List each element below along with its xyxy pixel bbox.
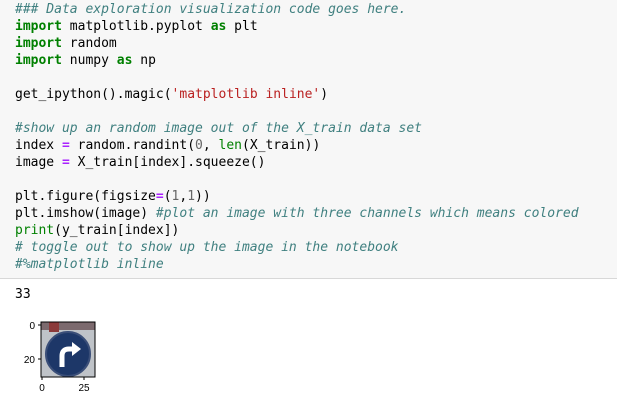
code-line: plt.imshow(image) #plot an image with th… — [15, 205, 579, 222]
code-line: image = X_train[index].squeeze() — [15, 154, 579, 171]
code-line: get_ipython().magic('matplotlib inline') — [15, 86, 579, 103]
code-token: 'matplotlib inline' — [171, 87, 321, 102]
code-token: matplotlib.pyplot — [61, 19, 211, 34]
x-tick-label: 0 — [39, 383, 45, 394]
code-token: as — [116, 53, 133, 68]
code-token: = — [61, 138, 70, 153]
x-axis: 0 25 — [39, 377, 90, 394]
code-token: np — [132, 53, 156, 68]
code-token: plt.figure(figsize — [15, 189, 156, 204]
code-token: import — [15, 19, 62, 34]
code-token: index — [15, 138, 62, 153]
y-tick-label: 20 — [24, 355, 36, 366]
code-token: import — [15, 53, 62, 68]
code-token: image — [15, 155, 62, 170]
code-token: #%matplotlib inline — [15, 257, 164, 272]
code-line: # toggle out to show up the image in the… — [15, 239, 579, 256]
code-line: plt.figure(figsize=(1,1)) — [15, 188, 579, 205]
code-editor[interactable]: ### Data exploration visualization code … — [15, 1, 579, 273]
code-token: ) — [320, 87, 329, 102]
code-token: (X_train)) — [242, 138, 321, 153]
image-red-patch — [49, 322, 59, 332]
code-line: import random — [15, 35, 579, 52]
code-token: )) — [195, 189, 211, 204]
code-line: #%matplotlib inline — [15, 256, 579, 273]
y-axis: 0 20 — [24, 321, 41, 366]
code-token: random — [61, 36, 117, 51]
code-line: #show up an random image out of the X_tr… — [15, 120, 579, 137]
code-line: import matplotlib.pyplot as plt — [15, 18, 579, 35]
code-token: random.randint( — [69, 138, 196, 153]
image-thumbnail — [40, 321, 96, 378]
code-token: (y_train[index]) — [54, 223, 180, 238]
code-token: len — [218, 138, 242, 153]
code-token: = — [155, 189, 164, 204]
code-token: get_ipython().magic( — [15, 87, 172, 102]
code-token: plt.imshow(image) — [15, 206, 156, 221]
code-token: numpy — [61, 53, 117, 68]
code-token: plt — [226, 19, 258, 34]
imshow-plot: 0 20 0 25 — [24, 321, 96, 394]
code-token: as — [210, 19, 227, 34]
code-token: #show up an random image out of the X_tr… — [15, 121, 422, 136]
code-token: , — [202, 138, 219, 153]
code-token: ( — [163, 189, 172, 204]
x-tick-label: 25 — [78, 383, 90, 394]
code-token: = — [61, 155, 70, 170]
code-token: X_train[index].squeeze() — [69, 155, 266, 170]
code-token: #plot an image with three channels which… — [155, 206, 579, 221]
code-token: 1 — [187, 189, 196, 204]
output-text: 33 — [15, 287, 31, 302]
code-token: print — [15, 223, 55, 238]
code-line: ### Data exploration visualization code … — [15, 1, 579, 18]
code-line: import numpy as np — [15, 52, 579, 69]
code-token: # toggle out to show up the image in the… — [15, 240, 399, 255]
code-cell[interactable]: ### Data exploration visualization code … — [0, 0, 617, 279]
code-line: index = random.randint(0, len(X_train)) — [15, 137, 579, 154]
code-token: import — [15, 36, 62, 51]
y-tick-label: 0 — [29, 321, 35, 332]
code-token: 0 — [195, 138, 203, 153]
code-token: ### Data exploration visualization code … — [15, 2, 407, 17]
code-line: print(y_train[index]) — [15, 222, 579, 239]
